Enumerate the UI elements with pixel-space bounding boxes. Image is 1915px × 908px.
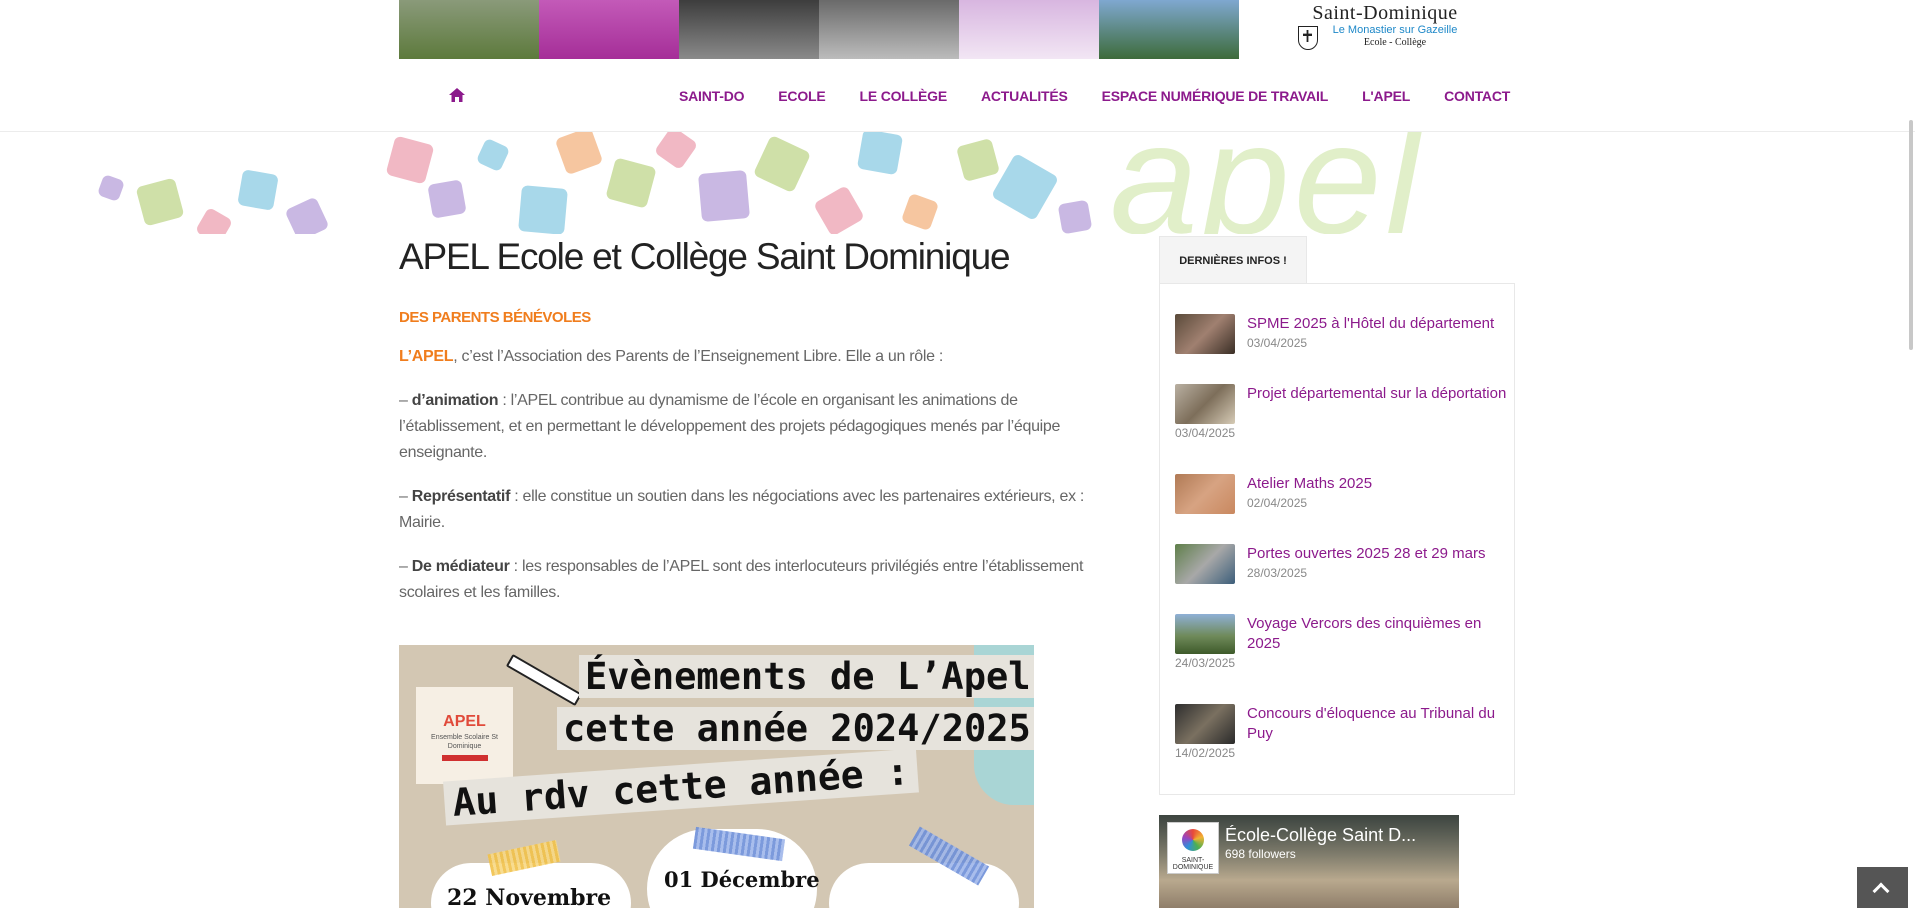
intro-paragraph: L’APEL, c’est l’Association des Parents … bbox=[399, 344, 1119, 370]
banner-photo bbox=[399, 0, 539, 59]
role-label: De médiateur bbox=[411, 558, 510, 575]
news-title[interactable]: Projet départemental sur la déportation bbox=[1247, 384, 1507, 404]
news-thumbnail[interactable] bbox=[1175, 544, 1235, 584]
news-thumbnail[interactable] bbox=[1175, 384, 1235, 424]
news-item[interactable]: Concours d'éloquence au Tribunal du Puy … bbox=[1175, 704, 1505, 774]
news-title[interactable]: Portes ouvertes 2025 28 et 29 mars bbox=[1247, 544, 1507, 564]
news-date: 03/04/2025 bbox=[1175, 426, 1236, 440]
facebook-avatar-text: SAINT-DOMINIQUE bbox=[1172, 857, 1214, 871]
header-banner bbox=[399, 0, 1239, 59]
news-title[interactable]: Concours d'éloquence au Tribunal du Puy bbox=[1247, 704, 1507, 744]
facebook-page-name[interactable]: École-Collège Saint D... bbox=[1225, 825, 1416, 846]
main-nav: SAINT-DO ECOLE LE COLLÈGE ACTUALITÉS ESP… bbox=[0, 59, 1915, 132]
site-logo[interactable]: Saint-Dominique Le Monastier sur Gazeill… bbox=[1290, 2, 1480, 52]
nav-item-actualites[interactable]: ACTUALITÉS bbox=[981, 88, 1068, 104]
poster-line-1: Évènements de L’Apel bbox=[579, 655, 1034, 698]
poster-line-2: cette année 2024/2025 bbox=[557, 707, 1034, 750]
news-thumbnail[interactable] bbox=[1175, 314, 1235, 354]
role-label: d’animation bbox=[411, 392, 499, 409]
banner-photo bbox=[819, 0, 959, 59]
news-date: 28/03/2025 bbox=[1247, 566, 1308, 580]
logo-tagline: Ecole - Collège bbox=[1363, 37, 1427, 48]
nav-menu: SAINT-DO ECOLE LE COLLÈGE ACTUALITÉS ESP… bbox=[662, 59, 1527, 132]
banner-photo bbox=[679, 0, 819, 59]
facebook-page-widget[interactable]: SAINT-DOMINIQUE École-Collège Saint D...… bbox=[1159, 815, 1459, 908]
logo-name: Saint-Dominique bbox=[1312, 2, 1458, 24]
article-kicker: DES PARENTS BÉNÉVOLES bbox=[399, 309, 591, 326]
role-paragraph: – De médiateur : les responsables de l’A… bbox=[399, 554, 1119, 606]
latest-news-panel: SPME 2025 à l'Hôtel du département 03/04… bbox=[1159, 283, 1515, 795]
news-thumbnail[interactable] bbox=[1175, 474, 1235, 514]
news-item[interactable]: Voyage Vercors des cinquièmes en 2025 24… bbox=[1175, 614, 1505, 684]
news-item[interactable]: SPME 2025 à l'Hôtel du département 03/04… bbox=[1175, 314, 1505, 374]
pencil-icon bbox=[505, 653, 583, 707]
chevron-up-icon bbox=[1872, 882, 1890, 900]
news-thumbnail[interactable] bbox=[1175, 704, 1235, 744]
news-title[interactable]: Voyage Vercors des cinquièmes en 2025 bbox=[1247, 614, 1507, 654]
apel-logo-subtitle: Ensemble Scolaire St Dominique bbox=[431, 734, 498, 750]
back-to-top-button[interactable] bbox=[1857, 867, 1908, 908]
apel-logo-title: APEL bbox=[443, 713, 486, 730]
role-prefix: – bbox=[399, 488, 412, 505]
news-item[interactable]: Projet départemental sur la déportation … bbox=[1175, 384, 1507, 454]
intro-text: , c’est l’Association des Parents de l’E… bbox=[453, 348, 943, 365]
nav-item-saint-do[interactable]: SAINT-DO bbox=[679, 88, 744, 104]
hero-banner: apel bbox=[0, 132, 1915, 234]
facebook-avatar[interactable]: SAINT-DOMINIQUE bbox=[1167, 822, 1219, 874]
banner-photo bbox=[1099, 0, 1239, 59]
nav-item-contact[interactable]: CONTACT bbox=[1444, 88, 1510, 104]
banner-photo bbox=[959, 0, 1099, 59]
date-bubble bbox=[829, 863, 1019, 908]
news-date: 24/03/2025 bbox=[1175, 656, 1236, 670]
role-paragraph: – d’animation : l’APEL contribue au dyna… bbox=[399, 388, 1119, 466]
role-paragraph: – Représentatif : elle constitue un sout… bbox=[399, 484, 1119, 536]
intro-strong: L’APEL bbox=[399, 348, 454, 365]
nav-item-college[interactable]: LE COLLÈGE bbox=[860, 88, 948, 104]
role-prefix: – bbox=[399, 558, 412, 575]
news-date: 14/02/2025 bbox=[1175, 746, 1236, 760]
role-text: : l’APEL contribue au dynamisme de l’éco… bbox=[399, 392, 1061, 461]
logo-subtitle: Le Monastier sur Gazeille bbox=[1332, 24, 1458, 36]
nav-item-ent[interactable]: ESPACE NUMÉRIQUE DE TRAVAIL bbox=[1102, 88, 1329, 104]
poster-date-1: 22 Novembre bbox=[447, 885, 612, 908]
article: APEL Ecole et Collège Saint Dominique DE… bbox=[399, 234, 1119, 606]
news-item[interactable]: Portes ouvertes 2025 28 et 29 mars 28/03… bbox=[1175, 544, 1505, 604]
poster-date-2: 01 Décembre bbox=[664, 867, 820, 892]
events-poster: APEL Ensemble Scolaire St Dominique Évèn… bbox=[399, 645, 1034, 908]
news-item[interactable]: Atelier Maths 2025 02/04/2025 bbox=[1175, 474, 1505, 534]
apel-logo-ribbon bbox=[441, 755, 488, 761]
scrollbar[interactable] bbox=[1909, 120, 1913, 350]
page: Saint-Dominique Le Monastier sur Gazeill… bbox=[0, 0, 1915, 908]
facebook-followers: 698 followers bbox=[1225, 847, 1296, 861]
hero-apel-word: apel bbox=[1110, 132, 1425, 234]
tab-latest-news[interactable]: DERNIÈRES INFOS ! bbox=[1159, 236, 1307, 284]
page-title: APEL Ecole et Collège Saint Dominique bbox=[399, 236, 1011, 277]
news-title[interactable]: Atelier Maths 2025 bbox=[1247, 474, 1507, 494]
role-label: Représentatif bbox=[411, 488, 511, 505]
home-icon[interactable] bbox=[448, 86, 466, 104]
news-title[interactable]: SPME 2025 à l'Hôtel du département bbox=[1247, 314, 1507, 334]
news-date: 03/04/2025 bbox=[1247, 336, 1308, 350]
nav-item-apel[interactable]: L'APEL bbox=[1362, 88, 1410, 104]
apel-logo: APEL Ensemble Scolaire St Dominique bbox=[416, 687, 513, 784]
crest-icon bbox=[1298, 26, 1318, 50]
news-thumbnail[interactable] bbox=[1175, 614, 1235, 654]
banner-photo bbox=[539, 0, 679, 59]
poster-line-3: Au rdv cette année : bbox=[443, 748, 919, 826]
news-date: 02/04/2025 bbox=[1247, 496, 1308, 510]
role-prefix: – bbox=[399, 392, 412, 409]
nav-item-ecole[interactable]: ECOLE bbox=[778, 88, 825, 104]
